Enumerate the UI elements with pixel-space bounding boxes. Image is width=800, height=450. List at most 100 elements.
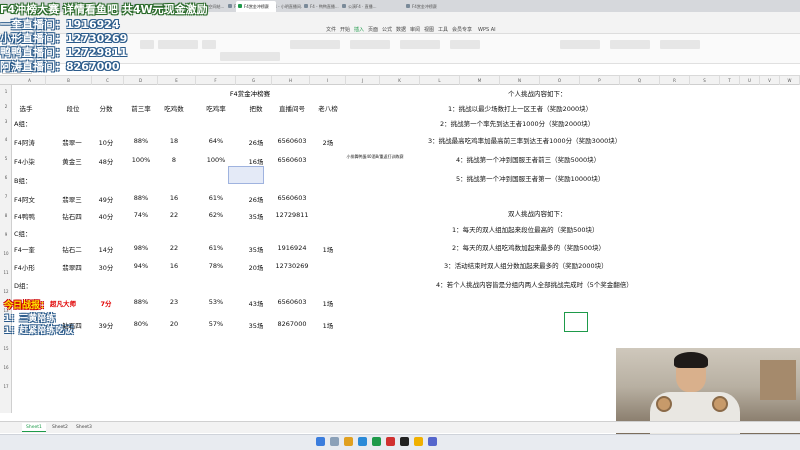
column-header[interactable]: H xyxy=(272,76,310,85)
table-cell-wins[interactable]: 16 xyxy=(158,194,190,202)
table-cell-games[interactable]: 26场 xyxy=(238,137,274,147)
table-cell-wins[interactable]: 18 xyxy=(158,137,190,145)
explorer-icon[interactable] xyxy=(344,437,353,446)
table-cell-winrate[interactable]: 61% xyxy=(200,244,232,252)
selected-cell-range[interactable] xyxy=(228,166,264,184)
paste-icon[interactable] xyxy=(140,40,154,49)
table-cell-score[interactable]: 14分 xyxy=(92,244,120,254)
sort-icon[interactable] xyxy=(610,40,650,49)
row-header[interactable]: 11 xyxy=(0,270,12,275)
column-header[interactable]: J xyxy=(346,76,380,85)
active-cell[interactable] xyxy=(564,312,588,332)
table-cell-player[interactable]: F4阿涛 xyxy=(14,137,48,147)
menu-wps-ai[interactable]: WPS AI xyxy=(478,27,496,34)
table-cell-top3[interactable]: 88% xyxy=(124,137,158,145)
table-cell-player[interactable]: 超凡大师 xyxy=(50,298,90,308)
column-header[interactable]: K xyxy=(380,76,420,85)
row-header[interactable]: 6 xyxy=(0,175,12,180)
column-header[interactable]: Q xyxy=(620,76,660,85)
table-cell-eight[interactable]: 1场 xyxy=(310,244,346,254)
menu-formula[interactable]: 公式 xyxy=(382,27,392,34)
row-header[interactable]: 1 xyxy=(0,89,12,94)
table-cell-player[interactable]: F4一奎 xyxy=(14,244,48,254)
sheet-tab[interactable]: Sheet2 xyxy=(48,423,72,432)
row-header[interactable]: 5 xyxy=(0,156,12,161)
table-cell-wins[interactable]: 23 xyxy=(158,298,190,306)
menu-home[interactable]: 开始 xyxy=(340,27,350,34)
table-cell-player[interactable]: C组： xyxy=(14,228,48,238)
column-header[interactable]: N xyxy=(500,76,540,85)
table-cell-top3[interactable]: 74% xyxy=(124,211,158,219)
row-header[interactable]: 12 xyxy=(0,289,12,294)
table-cell-top3[interactable]: 88% xyxy=(124,298,158,306)
table-cell-winrate[interactable]: 78% xyxy=(200,262,232,270)
table-cell-games[interactable]: 26场 xyxy=(238,194,274,204)
table-cell-room[interactable]: 6560603 xyxy=(272,194,312,202)
table-cell-winrate[interactable]: 61% xyxy=(200,194,232,202)
table-cell-score[interactable]: 10分 xyxy=(92,137,120,147)
menu-tools[interactable]: 工具 xyxy=(438,27,448,34)
font-size-select[interactable] xyxy=(202,40,216,49)
menu-view[interactable]: 视图 xyxy=(424,27,434,34)
table-cell-score[interactable]: 7分 xyxy=(92,298,120,308)
row-header[interactable]: 10 xyxy=(0,251,12,256)
menu-review[interactable]: 审阅 xyxy=(410,27,420,34)
table-cell-wins[interactable]: 20 xyxy=(158,320,190,328)
column-header[interactable]: I xyxy=(310,76,346,85)
table-cell-games[interactable]: 35场 xyxy=(238,211,274,221)
number-format-select[interactable] xyxy=(400,40,440,49)
table-cell-player[interactable]: F4鸭鸭 xyxy=(14,211,48,221)
table-cell-score[interactable]: 49分 xyxy=(92,194,120,204)
column-header[interactable]: P xyxy=(580,76,620,85)
table-cell-eight[interactable]: 1场 xyxy=(310,298,346,308)
app-icon[interactable] xyxy=(428,437,437,446)
sheet-tab[interactable]: Sheet1 xyxy=(22,423,46,432)
column-header[interactable]: D xyxy=(124,76,158,85)
row-header[interactable]: 16 xyxy=(0,365,12,370)
browser-tab-active[interactable]: F4赏金冲榜赛 xyxy=(236,1,276,12)
table-cell-room[interactable]: 12729811 xyxy=(272,211,312,219)
align-buttons[interactable] xyxy=(290,40,340,49)
table-cell-winrate[interactable]: 57% xyxy=(200,320,232,328)
browser-tab[interactable]: 公演F4 · 直播... xyxy=(340,1,378,12)
column-header[interactable]: F xyxy=(196,76,236,85)
row-header[interactable]: 3 xyxy=(0,119,12,124)
column-header[interactable]: V xyxy=(760,76,780,85)
table-cell-winrate[interactable]: 62% xyxy=(200,211,232,219)
column-header[interactable]: E xyxy=(158,76,196,85)
table-cell-player[interactable]: B组： xyxy=(14,175,48,185)
table-cell-room[interactable]: 6560603 xyxy=(272,298,312,306)
table-cell-room[interactable]: 6560603 xyxy=(272,137,312,145)
browser-tab[interactable]: F4赏金冲榜赛 xyxy=(404,1,444,12)
table-cell-games[interactable]: 35场 xyxy=(238,244,274,254)
conditional-format-icon[interactable] xyxy=(450,40,480,49)
format-buttons[interactable] xyxy=(220,52,280,61)
sheet-tab[interactable]: Sheet3 xyxy=(72,423,96,432)
table-cell-rank[interactable]: 钻石四 xyxy=(56,320,88,330)
table-cell-player[interactable]: F4小形 xyxy=(14,262,48,272)
table-cell-wins[interactable]: 22 xyxy=(158,244,190,252)
table-cell-room[interactable]: 8267000 xyxy=(272,320,312,328)
browser-tab[interactable]: F4 - 鸭鸭直播... xyxy=(302,1,340,12)
row-header[interactable]: 7 xyxy=(0,194,12,199)
column-header[interactable]: B xyxy=(46,76,92,85)
table-cell-top3[interactable]: 80% xyxy=(124,320,158,328)
column-header[interactable]: R xyxy=(660,76,690,85)
wps-icon[interactable] xyxy=(372,437,381,446)
browser-icon[interactable] xyxy=(358,437,367,446)
row-header[interactable]: 17 xyxy=(0,384,12,389)
column-header[interactable]: T xyxy=(720,76,740,85)
table-cell-games[interactable]: 35场 xyxy=(238,320,274,330)
table-cell-score[interactable]: 30分 xyxy=(92,262,120,272)
table-cell-player[interactable]: D组： xyxy=(14,280,48,290)
table-cell-rank[interactable]: 翡翠三 xyxy=(56,194,88,204)
table-cell-games[interactable]: 16场 xyxy=(238,156,274,166)
table-cell-room[interactable]: 1916924 xyxy=(272,244,312,252)
filter-icon[interactable] xyxy=(660,40,700,49)
font-family-select[interactable] xyxy=(158,40,198,49)
table-cell-top3[interactable]: 100% xyxy=(124,156,158,164)
column-header[interactable]: O xyxy=(540,76,580,85)
app-icon[interactable] xyxy=(386,437,395,446)
column-header[interactable]: A xyxy=(14,76,46,85)
table-cell-eight[interactable]: 1场 xyxy=(310,320,346,330)
